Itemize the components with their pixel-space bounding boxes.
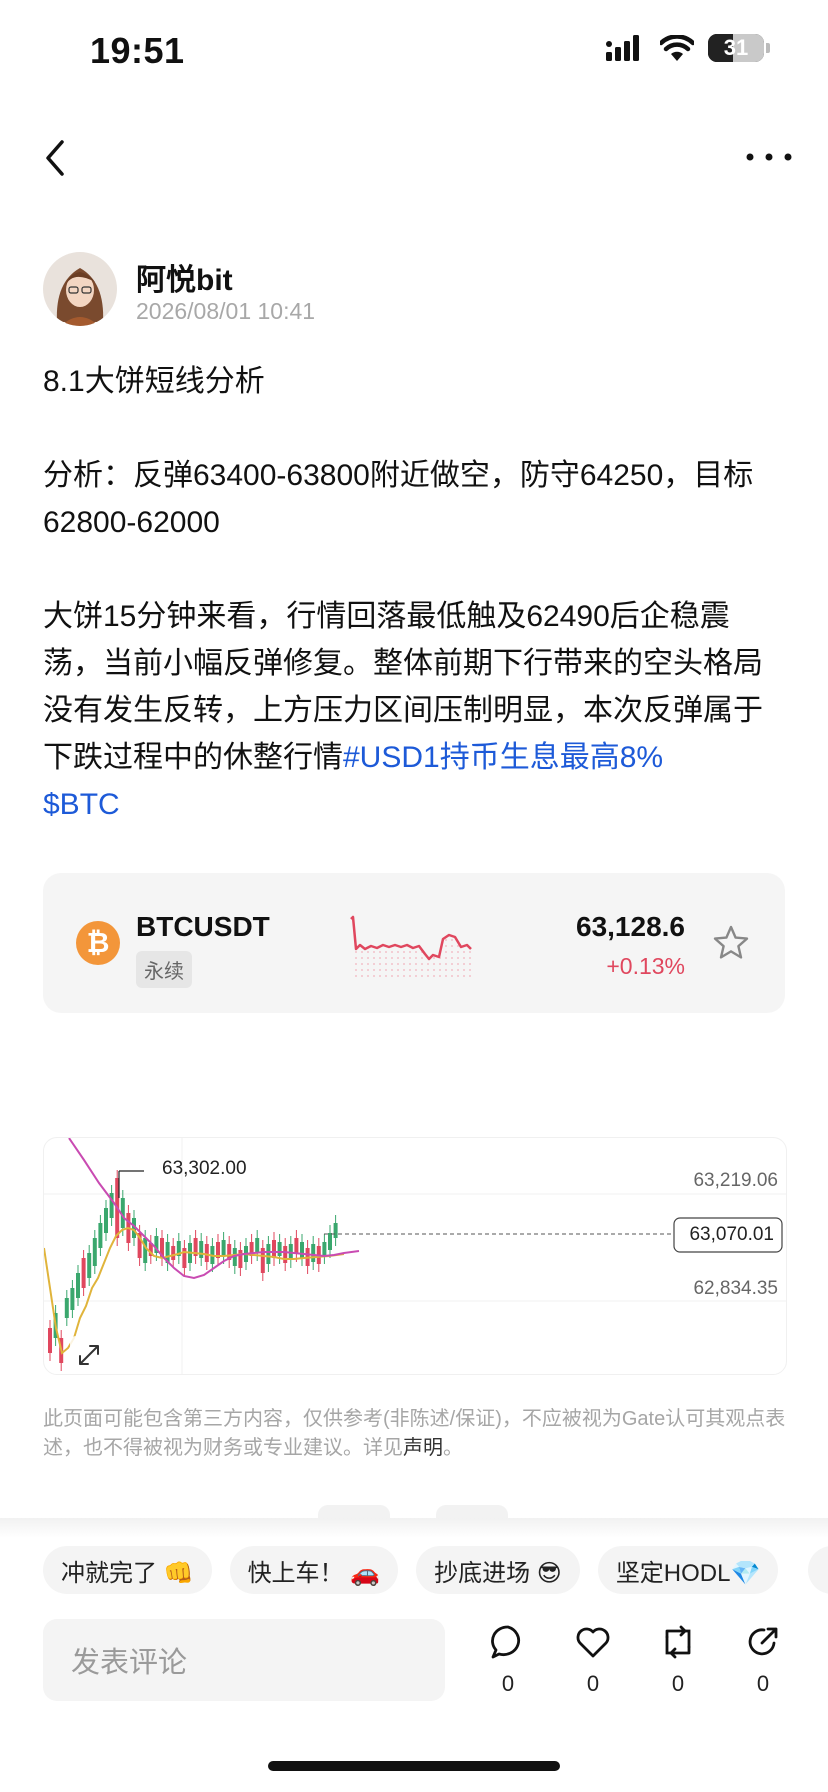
- bottom-bar-divider: [0, 1518, 828, 1538]
- comment-count: 0: [501, 1671, 515, 1696]
- expand-icon[interactable]: [70, 1336, 108, 1374]
- favorite-star-icon[interactable]: [711, 923, 751, 963]
- disclaimer: 此页面可能包含第三方内容，仅供参考(非陈述/保证)，不应被视为Gate认可其观点…: [43, 1405, 788, 1463]
- comment-input[interactable]: 发表评论: [43, 1619, 445, 1701]
- candle-body: [64, 1298, 69, 1318]
- kline-level-current: 63,070.01: [689, 1224, 774, 1245]
- back-icon[interactable]: [34, 136, 78, 180]
- ticker-change: +0.13%: [606, 953, 685, 979]
- comment-button[interactable]: 0: [478, 1623, 538, 1697]
- candle-body: [199, 1241, 204, 1258]
- battery-level: 31: [723, 35, 749, 60]
- repost-button[interactable]: 0: [648, 1623, 708, 1697]
- candle-body: [76, 1273, 80, 1298]
- bitcoin-icon: ₿: [76, 921, 120, 965]
- quick-reply-chip-overflow[interactable]: [808, 1546, 828, 1594]
- candle-body: [70, 1288, 75, 1310]
- candle-body: [272, 1240, 276, 1258]
- candle-body: [204, 1244, 209, 1262]
- ticker-price: 63,128.6: [576, 911, 685, 942]
- candle-body: [333, 1223, 338, 1238]
- candle-body: [283, 1246, 288, 1263]
- quick-reply-chip[interactable]: 抄底进场 😎: [416, 1546, 580, 1594]
- quick-reply-chip[interactable]: 坚定HODL💎: [597, 1546, 779, 1594]
- hashtag-link[interactable]: #USD1持币生息最高8%: [343, 741, 663, 774]
- candle-body: [98, 1223, 103, 1248]
- like-icon: [576, 1627, 610, 1658]
- candle-body: [300, 1242, 304, 1258]
- signal-icon: [606, 35, 639, 61]
- candle-body: [92, 1238, 97, 1266]
- battery-tip: [766, 43, 770, 53]
- post-analysis: 分析：反弹63400-63800附近做空，防守64250，目标62800-620…: [43, 459, 754, 539]
- candle-body: [266, 1244, 271, 1264]
- candle-body: [104, 1208, 108, 1233]
- quick-reply-chip[interactable]: 快上车！ 🚗: [229, 1546, 399, 1594]
- ticker-type-badge: 永续: [136, 951, 192, 988]
- disclaimer-end: 。: [443, 1437, 463, 1459]
- kline-chart[interactable]: 63,302.00 63,219.06 63,070.01 62,834.35: [43, 1137, 787, 1375]
- ticker-symbol: BTCUSDT: [136, 911, 270, 942]
- share-button[interactable]: 0: [733, 1623, 793, 1697]
- candle-body: [328, 1233, 332, 1250]
- post-time: 2026/08/01 10:41: [136, 298, 316, 324]
- ticker-card[interactable]: ₿ BTCUSDT 永续 63,128.6 +0.13%: [43, 873, 785, 1013]
- kline-level-upper: 63,219.06: [693, 1170, 778, 1191]
- candle-body: [143, 1238, 148, 1263]
- candle-body: [87, 1253, 92, 1278]
- repost-count: 0: [671, 1671, 685, 1696]
- status-icons: 31: [606, 34, 770, 62]
- candle-body: [48, 1328, 52, 1353]
- candle-body: [277, 1242, 282, 1256]
- candle-body: [81, 1258, 86, 1288]
- sparkline-chart: [350, 915, 472, 979]
- post-title: 8.1大饼短线分析: [43, 365, 265, 398]
- disclaimer-link[interactable]: 声明: [403, 1437, 443, 1459]
- candle-body: [311, 1244, 316, 1262]
- wifi-icon: [660, 35, 694, 61]
- like-button[interactable]: 0: [563, 1623, 623, 1697]
- status-time: 19:51: [90, 30, 185, 71]
- post-paragraph: 大饼15分钟来看，行情回落最低触及62490后企稳震荡，当前小幅反弹修复。整体前…: [43, 593, 788, 781]
- candle-body: [294, 1238, 299, 1254]
- share-icon: [748, 1627, 778, 1656]
- candle-body: [322, 1242, 327, 1256]
- quick-reply-chips: 冲就完了 👊 快上车！ 🚗 抄底进场 😎 坚定HODL💎: [43, 1546, 779, 1594]
- kline-level-lower: 62,834.35: [693, 1278, 778, 1299]
- author-name[interactable]: 阿悦bit: [136, 255, 233, 299]
- home-indicator: [268, 1761, 560, 1771]
- repost-icon: [665, 1625, 691, 1659]
- candle-body: [171, 1246, 176, 1260]
- post-body: 8.1大饼短线分析 分析：反弹63400-63800附近做空，防守64250，目…: [43, 358, 788, 828]
- quick-reply-chip[interactable]: 冲就完了 👊: [43, 1546, 212, 1594]
- more-icon[interactable]: [744, 142, 794, 172]
- share-count: 0: [756, 1671, 770, 1696]
- kline-high-label: 63,302.00: [162, 1158, 247, 1179]
- cashtag-link[interactable]: $BTC: [43, 788, 120, 821]
- battery-icon: 31: [708, 34, 764, 62]
- candle-body: [221, 1240, 226, 1256]
- candle-body: [238, 1250, 243, 1268]
- candle-body: [182, 1248, 187, 1268]
- candle-body: [255, 1238, 260, 1253]
- avatar[interactable]: [43, 252, 117, 326]
- comment-icon: [491, 1625, 521, 1659]
- like-count: 0: [586, 1671, 600, 1696]
